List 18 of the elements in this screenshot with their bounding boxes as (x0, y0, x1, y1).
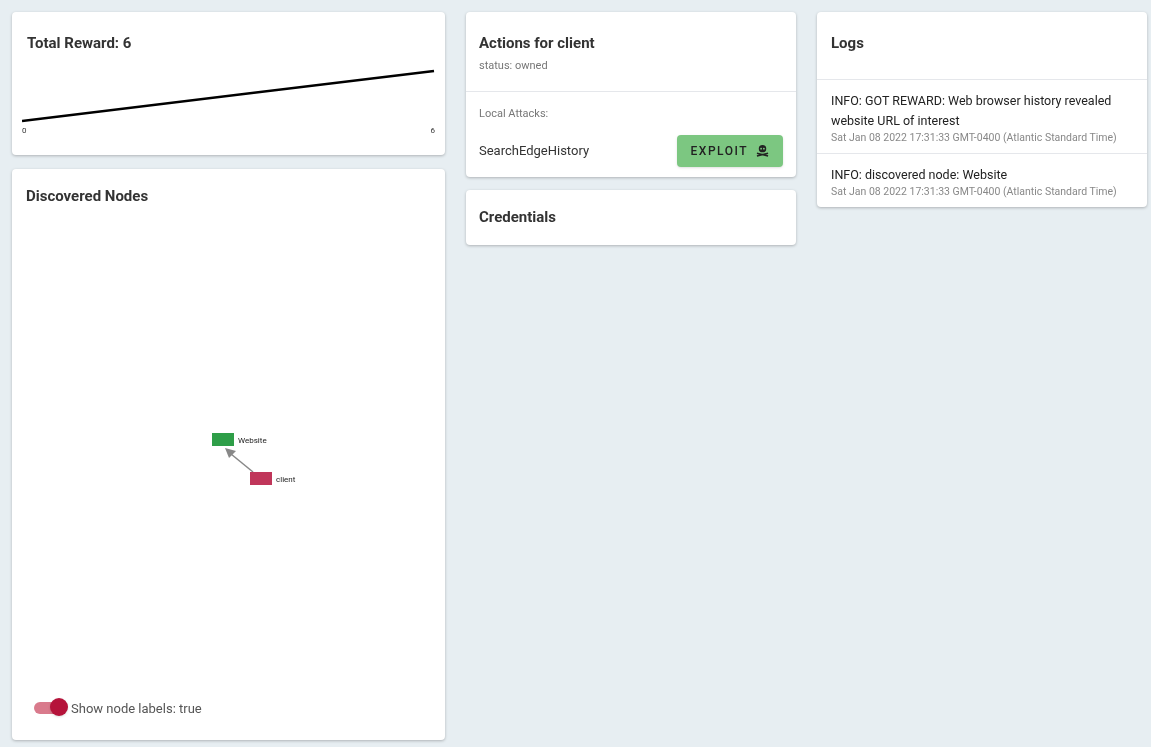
log-message: INFO: GOT REWARD: Web browser history revealed website URL of interest (831, 91, 1113, 130)
axis-label: 0 (22, 124, 27, 137)
node-label: Website (238, 435, 267, 445)
card-title: Actions for client (479, 33, 596, 54)
card-title: Logs (831, 33, 865, 54)
status-text: status: owned (479, 57, 549, 74)
node-label: client (276, 474, 296, 484)
section-label: Local Attacks: (479, 106, 550, 122)
attack-name: SearchEdgeHistory (479, 141, 590, 160)
exploit-button[interactable]: EXPLOIT (676, 134, 783, 167)
card-title: Total Reward: 6 (26, 33, 133, 54)
card-title: Discovered Nodes (26, 186, 150, 207)
toggle-label: Show node labels: true (71, 699, 202, 718)
log-timestamp: Sat Jan 08 2022 17:31:33 GMT-0400 (Atlantic Standard Time) (831, 130, 1118, 144)
card-title: Credentials (479, 206, 556, 228)
log-message: INFO: discovered node: Website (831, 165, 1009, 184)
axis-label: 6 (430, 124, 435, 137)
log-timestamp: Sat Jan 08 2022 17:31:33 GMT-0400 (Atlantic Standard Time) (831, 184, 1118, 198)
